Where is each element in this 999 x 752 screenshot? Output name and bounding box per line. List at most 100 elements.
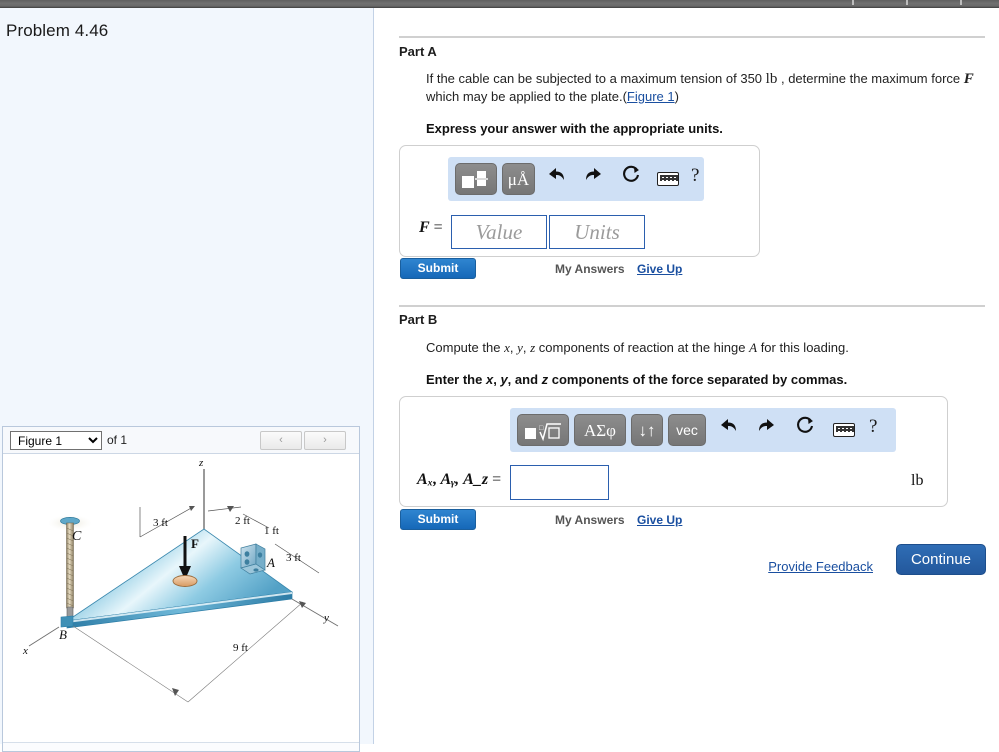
figure-footer: [3, 742, 359, 751]
undo-arrow-icon: [549, 168, 564, 180]
part-a-directive: Express your answer with the appropriate…: [426, 121, 723, 136]
part-b-give-up-link[interactable]: Give Up: [637, 513, 682, 527]
svg-text:F: F: [191, 536, 199, 551]
part-b-math-toolbar: □ ΑΣφ ↓↑ vec ?: [510, 408, 896, 452]
hinge-label: A: [749, 340, 758, 355]
provide-feedback-link[interactable]: Provide Feedback: [768, 559, 873, 574]
svg-text:3 ft: 3 ft: [286, 552, 301, 564]
part-b-heading: Part B: [399, 312, 438, 327]
part-b-question-pre: Compute the: [426, 340, 501, 355]
problem-panel: Problem 4.46 Figure 1 of 1 ‹ › z C F A 3…: [0, 8, 374, 752]
toolbar-tick: [852, 0, 854, 5]
vector-button[interactable]: vec: [668, 414, 706, 446]
undo-icon[interactable]: [714, 416, 742, 444]
part-b-submit-button[interactable]: Submit: [400, 509, 476, 530]
svg-text:C: C: [72, 529, 82, 544]
figure-next-button[interactable]: ›: [304, 431, 346, 450]
template-icon: [462, 171, 488, 189]
part-a-equation-label: F =: [419, 219, 443, 237]
directive-var-x: x: [485, 372, 494, 387]
keyboard-glyph: [657, 172, 679, 186]
part-a-heading: Part A: [399, 44, 437, 59]
continue-button[interactable]: Continue: [896, 544, 986, 575]
help-icon[interactable]: ?: [869, 416, 877, 438]
part-a-question: If the cable can be subjected to a maxim…: [426, 70, 986, 105]
part-a-symbol: F: [419, 219, 430, 236]
redo-arrow-icon: [759, 419, 774, 431]
svg-text:A: A: [266, 555, 275, 570]
keyboard-icon[interactable]: [830, 416, 858, 444]
figure-1-link[interactable]: Figure 1: [627, 89, 675, 104]
template-button[interactable]: [455, 163, 497, 195]
undo-arrow-icon: [721, 419, 736, 431]
directive-var-z: z: [541, 372, 549, 387]
reset-icon[interactable]: [617, 165, 645, 193]
svg-text:9 ft: 9 ft: [233, 642, 248, 654]
figure-select[interactable]: Figure 1: [10, 431, 102, 450]
part-a-my-answers-label: My Answers: [555, 262, 625, 276]
svg-text:B: B: [59, 627, 67, 642]
figure-image[interactable]: z C F A 3 ft 2 ft 1 ft 3 ft y 9 ft x B: [3, 454, 359, 744]
help-icon[interactable]: ?: [691, 165, 699, 187]
part-b-equation-label: Aₓ, Aᵧ, A_z =: [417, 471, 501, 489]
value-placeholder: Value: [475, 220, 523, 244]
svg-text:x: x: [22, 645, 28, 657]
redo-arrow-icon: [586, 168, 601, 180]
template-root-icon: □: [525, 423, 561, 442]
part-b-directive: Enter the x, y, and z components of the …: [426, 372, 848, 387]
figure-toolbar: Figure 1 of 1 ‹ ›: [3, 427, 359, 454]
part-b-directive-end: components of the force separated by com…: [551, 372, 848, 387]
part-a-answer-box: μÅ ? F = Value Units: [399, 145, 760, 257]
figure-prev-button[interactable]: ‹: [260, 431, 302, 450]
part-b-directive-pre: Enter the: [426, 372, 483, 387]
reset-icon[interactable]: [791, 416, 819, 444]
divider-part-a: [399, 36, 985, 38]
part-a-units-input[interactable]: Units: [549, 215, 645, 249]
part-b-answer-box: □ ΑΣφ ↓↑ vec ? Aₓ, Aᵧ, A_z = lb: [399, 396, 948, 507]
figure-viewer: Figure 1 of 1 ‹ › z C F A 3 ft 2 ft 1 ft…: [2, 426, 360, 752]
template-root-button[interactable]: □: [517, 414, 569, 446]
units-button[interactable]: μÅ: [502, 163, 535, 195]
part-b-my-answers-label: My Answers: [555, 513, 625, 527]
redo-icon[interactable]: [580, 165, 608, 193]
keyboard-glyph: [833, 423, 855, 437]
svg-text:y: y: [323, 612, 329, 624]
redo-icon[interactable]: [753, 416, 781, 444]
part-a-give-up-link[interactable]: Give Up: [637, 262, 682, 276]
part-a-question-pre: If the cable can be subjected to a maxim…: [426, 71, 763, 86]
keyboard-icon[interactable]: [654, 165, 682, 193]
browser-toolbar-strip: [0, 0, 999, 8]
part-b-question: Compute the x, y, z components of reacti…: [426, 340, 849, 355]
part-b-unit-label: lb: [911, 472, 924, 489]
greek-letters-button[interactable]: ΑΣφ: [574, 414, 626, 446]
part-a-value-input[interactable]: Value: [451, 215, 547, 249]
var-x: x: [504, 340, 510, 355]
units-placeholder: Units: [574, 220, 620, 244]
part-b-equals: =: [492, 471, 502, 488]
part-a-submit-button[interactable]: Submit: [400, 258, 476, 279]
toolbar-tick: [960, 0, 962, 5]
svg-text:3 ft: 3 ft: [153, 517, 168, 529]
figure-count-label: of 1: [107, 433, 128, 447]
undo-icon[interactable]: [542, 165, 570, 193]
part-b-answer-input[interactable]: [510, 465, 609, 500]
reset-circle-icon: [797, 416, 814, 433]
part-a-unit-lb: lb: [765, 71, 778, 87]
part-b-question-mid: components of reaction at the hinge: [538, 340, 746, 355]
reset-circle-icon: [623, 165, 640, 182]
var-z: z: [530, 340, 536, 355]
page-title: Problem 4.46: [6, 21, 109, 40]
svg-text:z: z: [198, 457, 204, 469]
part-b-question-end: for this loading.: [760, 340, 849, 355]
part-a-question-close: ): [674, 89, 679, 104]
divider-part-b: [399, 305, 985, 307]
svg-text:□: □: [539, 424, 544, 432]
arrows-button[interactable]: ↓↑: [631, 414, 663, 446]
part-b-symbols: Aₓ, Aᵧ, A_z: [417, 471, 489, 488]
part-a-question-line2: which may be applied to the plate.(: [426, 89, 627, 104]
part-a-symbol-f: F: [963, 71, 974, 87]
part-a-math-toolbar: μÅ ?: [448, 157, 704, 201]
var-y: y: [517, 340, 523, 355]
part-a-question-mid: , determine the maximum force: [780, 71, 961, 86]
toolbar-tick: [906, 0, 908, 5]
